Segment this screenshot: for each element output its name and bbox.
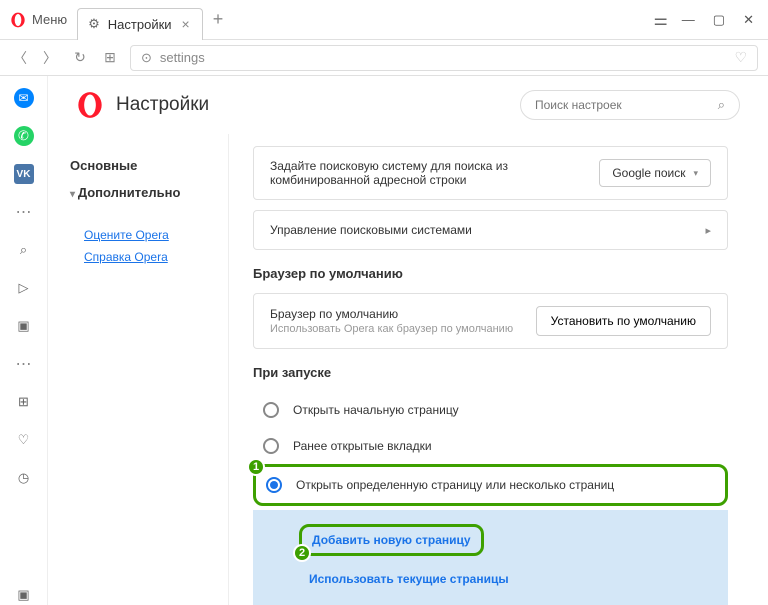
callout-badge-2: 2 bbox=[293, 544, 311, 562]
startup-heading: При запуске bbox=[253, 365, 728, 380]
search-icon[interactable]: ⌕ bbox=[14, 240, 34, 260]
tab-title: Настройки bbox=[108, 17, 172, 32]
heart-icon[interactable]: ♡ bbox=[14, 430, 34, 450]
sidebar-link-help[interactable]: Справка Opera bbox=[70, 246, 228, 268]
manage-search-engines[interactable]: Управление поисковыми системами bbox=[253, 210, 728, 250]
opera-logo-icon bbox=[76, 91, 104, 119]
default-browser-title: Браузер по умолчанию bbox=[270, 307, 524, 321]
search-engine-desc: Задайте поисковую систему для поиска из … bbox=[270, 159, 587, 187]
radio-label: Ранее открытые вкладки bbox=[293, 439, 432, 453]
default-browser-card: Браузер по умолчанию Использовать Opera … bbox=[253, 293, 728, 349]
radio-icon bbox=[263, 438, 279, 454]
tab-settings[interactable]: ⚙ Настройки × bbox=[77, 8, 203, 40]
sidebar-item-basic[interactable]: Основные bbox=[70, 152, 228, 179]
messenger-icon[interactable]: ✉ bbox=[14, 88, 34, 108]
startup-option-previous[interactable]: Ранее открытые вкладки bbox=[253, 428, 728, 464]
close-icon[interactable]: ✕ bbox=[743, 12, 754, 28]
panel-toggle-icon[interactable]: ▣ bbox=[14, 585, 34, 605]
radio-label: Открыть определенную страницу или нескол… bbox=[296, 478, 614, 492]
sidebar-link-rate[interactable]: Оцените Opera bbox=[70, 224, 228, 246]
dropdown-value: Google поиск bbox=[612, 166, 685, 180]
gear-icon: ⚙ bbox=[88, 16, 100, 32]
workspace: ✉ ✆ VK ⋯ ⌕ ▷ ▣ ⋯ ⊞ ♡ ◷ ▣ Настройки ⌕ Осн… bbox=[0, 76, 768, 605]
address-text: settings bbox=[160, 50, 727, 65]
menu-label: Меню bbox=[32, 12, 67, 27]
whatsapp-icon[interactable]: ✆ bbox=[14, 126, 34, 146]
vk-icon[interactable]: VK bbox=[14, 164, 34, 184]
rail-more-icon[interactable]: ⋯ bbox=[16, 202, 32, 222]
flow-icon[interactable]: ▷ bbox=[14, 278, 34, 298]
bookmark-heart-icon[interactable]: ♡ bbox=[734, 49, 747, 66]
speed-dial-icon[interactable]: ⊞ bbox=[100, 49, 120, 66]
maximize-icon[interactable]: ▢ bbox=[713, 12, 725, 28]
search-engine-dropdown[interactable]: Google поиск bbox=[599, 159, 711, 187]
easy-setup-icon[interactable]: ⚌ bbox=[653, 10, 681, 30]
menu-button[interactable]: Меню bbox=[0, 0, 77, 39]
sidebar-item-advanced[interactable]: Дополнительно bbox=[70, 179, 228, 206]
settings-sidebar: Основные Дополнительно Оцените Opera Спр… bbox=[48, 134, 228, 605]
search-glass-icon: ⌕ bbox=[718, 97, 725, 113]
default-browser-heading: Браузер по умолчанию bbox=[253, 266, 728, 281]
extensions-icon[interactable]: ⊞ bbox=[14, 392, 34, 412]
radio-checked-icon bbox=[266, 477, 282, 493]
manage-search-label: Управление поисковыми системами bbox=[270, 223, 472, 237]
lock-icon: ⊙ bbox=[141, 50, 152, 66]
titlebar: Меню ⚙ Настройки × + ⚌ — ▢ ✕ bbox=[0, 0, 768, 40]
snapshot-icon[interactable]: ▣ bbox=[14, 316, 34, 336]
address-field[interactable]: ⊙ settings ♡ bbox=[130, 45, 758, 71]
startup-pages-panel: 2 Добавить новую страницу Использовать т… bbox=[253, 510, 728, 605]
settings-header: Настройки ⌕ bbox=[48, 76, 768, 134]
content-area: Настройки ⌕ Основные Дополнительно Оцени… bbox=[48, 76, 768, 605]
radio-icon bbox=[263, 402, 279, 418]
settings-main: Задайте поисковую систему для поиска из … bbox=[228, 134, 768, 605]
startup-option-specific[interactable]: Открыть определенную страницу или нескол… bbox=[256, 467, 725, 503]
opera-icon bbox=[10, 12, 26, 28]
window-controls: — ▢ ✕ bbox=[682, 12, 768, 28]
highlight-2: 2 Добавить новую страницу bbox=[299, 524, 484, 556]
startup-option-startpage[interactable]: Открыть начальную страницу bbox=[253, 392, 728, 428]
search-input[interactable] bbox=[535, 98, 710, 112]
rail-more2-icon[interactable]: ⋯ bbox=[16, 354, 32, 374]
address-bar: 〈 〉 ↻ ⊞ ⊙ settings ♡ bbox=[0, 40, 768, 76]
highlight-1: 1 Открыть определенную страницу или неск… bbox=[253, 464, 728, 506]
back-button[interactable]: 〈 bbox=[10, 48, 30, 68]
forward-button[interactable]: 〉 bbox=[40, 48, 60, 68]
sidebar-rail: ✉ ✆ VK ⋯ ⌕ ▷ ▣ ⋯ ⊞ ♡ ◷ ▣ bbox=[0, 76, 48, 605]
page-title: Настройки bbox=[116, 94, 508, 116]
add-page-link[interactable]: Добавить новую страницу bbox=[302, 527, 481, 553]
use-current-link[interactable]: Использовать текущие страницы bbox=[299, 566, 519, 592]
default-browser-sub: Использовать Opera как браузер по умолча… bbox=[270, 323, 524, 335]
search-engine-card: Задайте поисковую систему для поиска из … bbox=[253, 146, 728, 200]
history-icon[interactable]: ◷ bbox=[14, 468, 34, 488]
new-tab-button[interactable]: + bbox=[203, 9, 234, 30]
callout-badge-1: 1 bbox=[247, 458, 265, 476]
reload-button[interactable]: ↻ bbox=[70, 49, 90, 66]
settings-body: Основные Дополнительно Оцените Opera Спр… bbox=[48, 134, 768, 605]
radio-label: Открыть начальную страницу bbox=[293, 403, 459, 417]
settings-search[interactable]: ⌕ bbox=[520, 90, 740, 120]
set-default-button[interactable]: Установить по умолчанию bbox=[536, 306, 711, 336]
minimize-icon[interactable]: — bbox=[682, 12, 695, 28]
tab-close-icon[interactable]: × bbox=[180, 16, 192, 32]
